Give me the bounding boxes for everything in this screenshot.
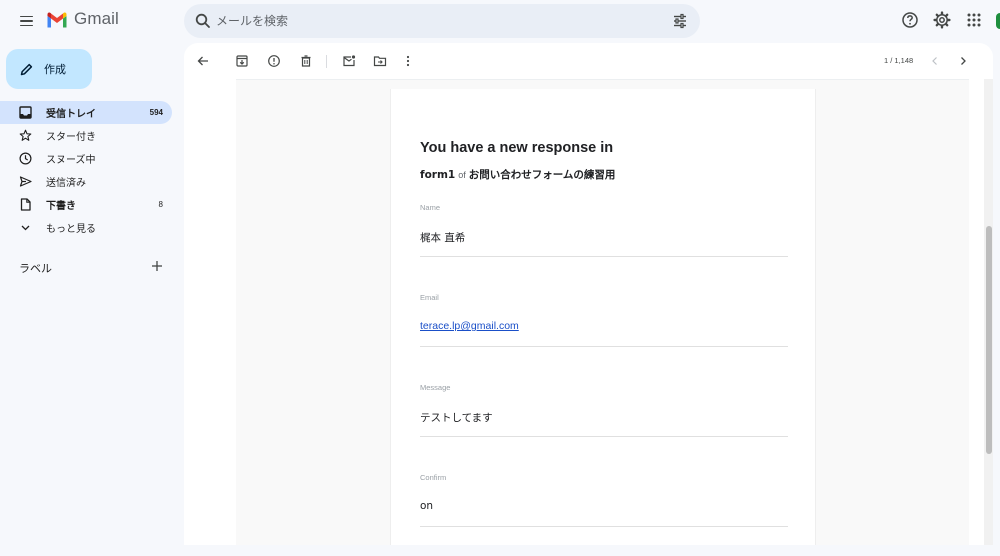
compose-button[interactable]: 作成 bbox=[6, 49, 92, 89]
field-label: Confirm bbox=[420, 473, 447, 482]
draft-icon bbox=[20, 198, 31, 211]
pagination-count: 1 / 1,148 bbox=[884, 56, 914, 65]
sidebar-nav: 受信トレイ 594 スター付き スヌーズ中 送信済み 下書き 8 もっと見る bbox=[0, 101, 172, 239]
more-vert-icon[interactable] bbox=[401, 54, 415, 68]
field-value: 梶本 直希 bbox=[420, 232, 466, 244]
settings-gear-icon[interactable] bbox=[933, 11, 951, 29]
archive-icon[interactable] bbox=[235, 54, 249, 68]
unread-count: 594 bbox=[149, 108, 163, 117]
add-label-icon[interactable] bbox=[151, 260, 163, 272]
form-title: お問い合わせフォームの練習用 bbox=[468, 169, 616, 181]
sidebar-item-more[interactable]: もっと見る bbox=[0, 216, 172, 239]
sidebar-item-starred[interactable]: スター付き bbox=[0, 124, 172, 147]
older-chevron-icon[interactable] bbox=[956, 54, 970, 68]
gmail-m-icon bbox=[47, 12, 67, 27]
search-options-icon[interactable] bbox=[672, 13, 688, 29]
sidebar-item-sent[interactable]: 送信済み bbox=[0, 170, 172, 193]
send-icon bbox=[19, 176, 32, 187]
draft-count: 8 bbox=[158, 200, 163, 209]
labels-header: ラベル bbox=[19, 259, 169, 277]
sidebar-item-inbox[interactable]: 受信トレイ 594 bbox=[0, 101, 172, 124]
toolbar-divider bbox=[326, 55, 327, 68]
sidebar-item-drafts[interactable]: 下書き 8 bbox=[0, 193, 172, 216]
field-label: Email bbox=[420, 293, 439, 302]
of-text: of bbox=[458, 170, 466, 180]
inbox-icon bbox=[19, 106, 32, 119]
sidebar-item-label: もっと見る bbox=[46, 224, 96, 235]
field-divider bbox=[420, 436, 788, 437]
sidebar-item-label: 送信済み bbox=[46, 178, 86, 189]
field-message: Message テストしてます bbox=[420, 383, 788, 473]
field-divider bbox=[420, 526, 788, 527]
field-label: Message bbox=[420, 383, 451, 392]
field-divider bbox=[420, 256, 788, 257]
field-confirm: Confirm on bbox=[420, 473, 788, 545]
account-avatar[interactable] bbox=[996, 13, 1000, 29]
field-name: Name 梶本 直希 bbox=[420, 203, 788, 293]
top-bar: Gmail bbox=[0, 0, 1000, 42]
apps-grid-icon[interactable] bbox=[965, 11, 983, 29]
message-title: You have a new response in bbox=[420, 140, 614, 156]
compose-label: 作成 bbox=[44, 63, 66, 76]
sidebar-item-label: 下書き bbox=[46, 201, 76, 212]
gmail-logo[interactable]: Gmail bbox=[46, 9, 119, 29]
form-subtitle: form1 of お問い合わせフォームの練習用 bbox=[420, 167, 615, 182]
search-icon[interactable] bbox=[194, 12, 212, 30]
pencil-icon bbox=[20, 63, 33, 75]
search-input[interactable] bbox=[216, 4, 636, 38]
sidebar-item-snoozed[interactable]: スヌーズ中 bbox=[0, 147, 172, 170]
message-body: You have a new response in form1 of お問い合わせ… bbox=[236, 79, 969, 545]
field-divider bbox=[420, 346, 788, 347]
field-value: on bbox=[420, 500, 434, 512]
delete-icon[interactable] bbox=[299, 54, 313, 68]
mark-unread-icon[interactable] bbox=[342, 54, 356, 68]
move-to-icon[interactable] bbox=[373, 54, 387, 68]
newer-chevron-icon[interactable] bbox=[928, 54, 942, 68]
scrollbar-thumb[interactable] bbox=[986, 226, 992, 454]
help-icon[interactable] bbox=[901, 11, 919, 29]
report-spam-icon[interactable] bbox=[267, 54, 281, 68]
sidebar-item-label: スヌーズ中 bbox=[46, 155, 96, 166]
message-toolbar: 1 / 1,148 bbox=[184, 43, 993, 79]
chevron-down-icon bbox=[21, 225, 30, 231]
form-response-card: You have a new response in form1 of お問い合わせ… bbox=[390, 89, 816, 545]
email-link[interactable]: terace.lp@gmail.com bbox=[420, 320, 519, 332]
back-arrow-icon[interactable] bbox=[196, 54, 210, 68]
main-menu-button[interactable] bbox=[14, 9, 38, 33]
labels-title: ラベル bbox=[19, 262, 52, 275]
search-bar[interactable] bbox=[184, 4, 700, 38]
sidebar-item-label: スター付き bbox=[46, 132, 96, 143]
star-icon bbox=[19, 129, 32, 141]
form-name: form1 bbox=[420, 169, 456, 181]
field-value: テストしてます bbox=[420, 412, 493, 424]
message-panel: 1 / 1,148 You have a new response in for… bbox=[184, 43, 993, 545]
field-email: Email terace.lp@gmail.com bbox=[420, 293, 788, 383]
sidebar-item-label: 受信トレイ bbox=[46, 109, 96, 120]
clock-icon bbox=[19, 152, 32, 165]
field-label: Name bbox=[420, 203, 441, 212]
app-name: Gmail bbox=[74, 9, 119, 28]
